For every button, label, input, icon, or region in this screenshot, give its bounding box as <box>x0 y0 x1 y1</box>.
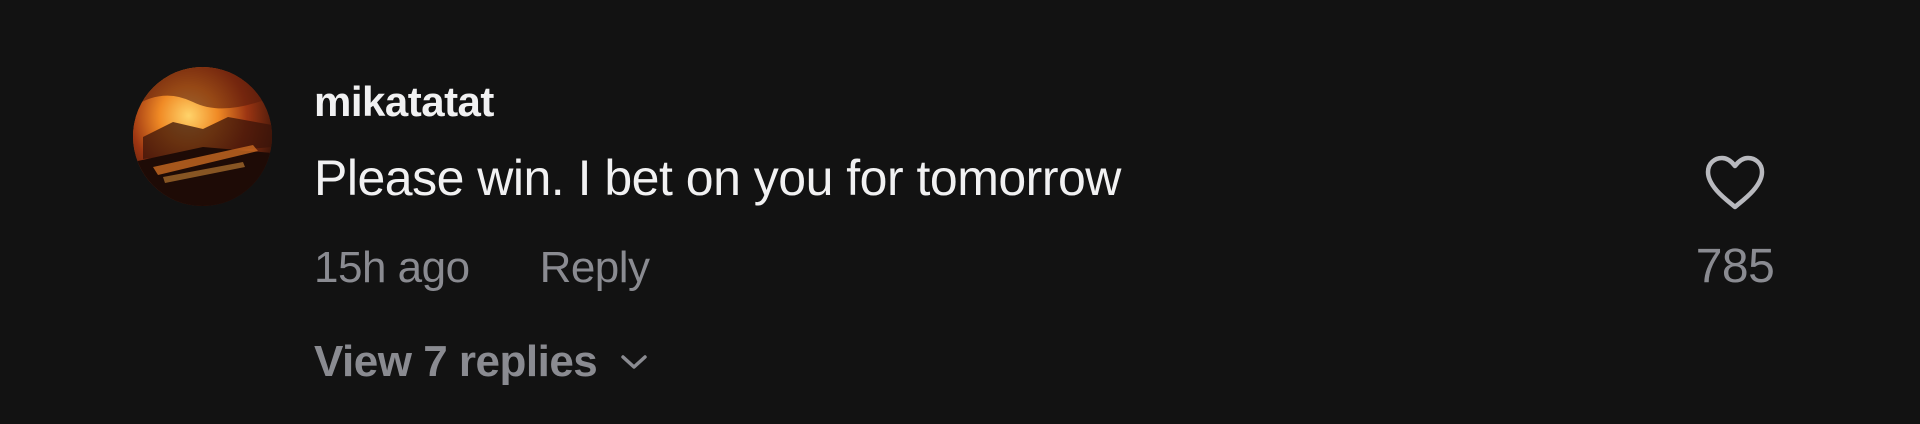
comment-timestamp: 15h ago <box>314 243 470 292</box>
comment-text: Please win. I bet on you for tomorrow <box>314 150 1121 206</box>
like-count: 785 <box>1695 240 1775 293</box>
chevron-down-icon <box>619 352 649 372</box>
avatar[interactable] <box>133 67 272 206</box>
like-container: 785 <box>1680 154 1790 294</box>
reply-button[interactable]: Reply <box>540 243 651 293</box>
view-replies-label: View 7 replies <box>314 337 598 386</box>
heart-outline-icon[interactable] <box>1703 154 1767 217</box>
avatar-image <box>133 67 272 206</box>
comment-item: mikatatat Please win. I bet on you for t… <box>0 0 1920 424</box>
comment-meta: 15h ago Reply <box>314 240 650 296</box>
comment-username[interactable]: mikatatat <box>314 78 494 126</box>
view-replies-button[interactable]: View 7 replies <box>314 337 649 387</box>
